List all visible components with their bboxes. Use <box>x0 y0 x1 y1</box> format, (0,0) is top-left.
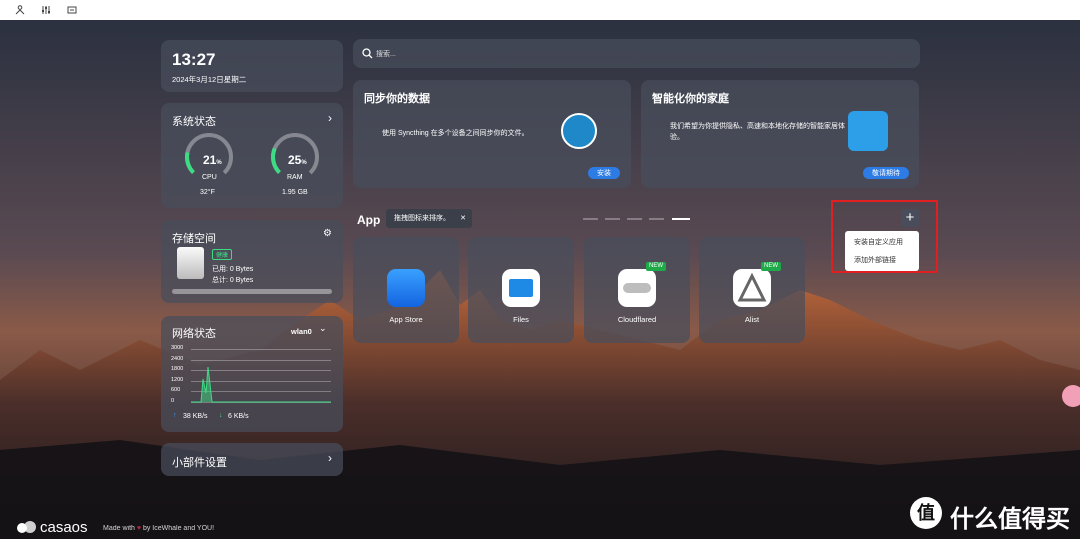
app-store-icon <box>387 269 425 307</box>
carousel-dot[interactable] <box>583 218 598 220</box>
smart-home-icon <box>848 111 888 151</box>
menu-install-custom-app[interactable]: 安装自定义应用 <box>854 237 903 247</box>
drag-tooltip-text: 拖拽图标来排序。 <box>394 215 450 222</box>
menu-add-external-link[interactable]: 添加外部链接 <box>854 255 896 265</box>
new-badge: NEW <box>761 262 781 271</box>
app-tile-app-store[interactable]: App Store <box>353 237 459 343</box>
system-status-widget: 系统状态 › 21% CPU 32°F 25% RAM 1.95 GB <box>161 103 343 208</box>
close-icon[interactable]: ✕ <box>460 209 466 228</box>
health-badge: 健康 <box>212 249 233 260</box>
widget-settings-title: 小部件设置 <box>172 457 227 469</box>
download-arrow-icon: ↓ <box>219 412 223 419</box>
upload-arrow-icon: ↑ <box>173 412 177 419</box>
upload-speed: 38 KB/s <box>183 413 208 420</box>
search-icon <box>362 48 373 59</box>
app-tile-alist[interactable]: NEW Alist <box>699 237 805 343</box>
interface-select[interactable]: wlan0 <box>291 327 312 336</box>
add-app-button[interactable]: + <box>901 209 919 227</box>
storage-total: 总计: 0 Bytes <box>212 277 254 284</box>
carousel-dot-active[interactable] <box>672 218 690 220</box>
ram-size: 1.95 GB <box>282 189 308 196</box>
install-button[interactable]: 安装 <box>588 167 620 179</box>
system-status-title: 系统状态 <box>172 116 216 128</box>
coming-soon-button[interactable]: 敬请期待 <box>863 167 909 179</box>
download-speed: 6 KB/s <box>228 413 249 420</box>
app-label: Files <box>513 315 529 324</box>
y-tick-label: 0 <box>171 398 175 404</box>
y-tick-label: 1800 <box>171 366 184 373</box>
user-tree-icon[interactable] <box>14 4 26 16</box>
alist-icon <box>733 269 771 307</box>
new-badge: NEW <box>646 262 666 271</box>
app-label: App Store <box>389 315 423 324</box>
carousel-dot[interactable] <box>605 218 620 220</box>
carousel-dot[interactable] <box>649 218 664 220</box>
banner-home: 智能化你的家庭 我们希望为你提供隐私、高速和本地化存储的智能家居体验。 敬请期待 <box>641 80 919 188</box>
screen-icon[interactable] <box>66 4 78 16</box>
settings-gear-icon[interactable]: ⚙ <box>323 228 332 239</box>
ram-value: 25% <box>288 153 307 167</box>
cpu-label: CPU <box>202 174 217 181</box>
search-bar[interactable]: 搜索... <box>353 39 920 68</box>
chevron-right-icon[interactable]: › <box>328 111 332 125</box>
banner-sync: 同步你的数据 使用 Syncthing 在多个设备之间同步你的文件。 安装 <box>353 80 631 188</box>
storage-title: 存储空间 <box>172 233 216 245</box>
app-section-title: App <box>357 213 381 227</box>
clock-widget: 13:27 2024年3月12日星期二 <box>161 40 343 92</box>
cloudflared-icon <box>618 269 656 307</box>
footer-credit: Made with ♥ by IceWhale and YOU! <box>103 525 215 532</box>
app-tile-cloudflared[interactable]: NEW Cloudflared <box>584 237 690 343</box>
desktop-background: 13:27 2024年3月12日星期二 系统状态 › 21% CPU 32°F … <box>0 20 1080 539</box>
app-tile-files[interactable]: Files <box>468 237 574 343</box>
banner-sync-text: 使用 Syncthing 在多个设备之间同步你的文件。 <box>382 130 529 137</box>
cpu-value: 21% <box>203 153 222 167</box>
banner-sync-title: 同步你的数据 <box>364 93 430 105</box>
clock-time: 13:27 <box>172 50 216 69</box>
add-menu: 安装自定义应用 添加外部链接 <box>845 231 919 271</box>
app-label: Cloudflared <box>617 315 657 324</box>
storage-bar <box>172 289 332 294</box>
disk-icon <box>177 247 204 279</box>
network-graph <box>191 366 331 403</box>
ram-label: RAM <box>287 174 303 181</box>
chevron-right-icon[interactable]: › <box>328 451 332 465</box>
casaos-logo-icon <box>16 520 38 534</box>
syncthing-icon <box>561 113 597 149</box>
widget-settings[interactable]: 小部件设置 › <box>161 443 343 476</box>
storage-used: 已用: 0 Bytes <box>212 266 254 273</box>
network-title: 网络状态 <box>172 328 216 340</box>
y-tick-label: 1200 <box>171 376 184 383</box>
watermark-logo-icon: 值 <box>910 497 942 529</box>
heart-icon: ♥ <box>136 525 142 532</box>
drag-tooltip: 拖拽图标来排序。 ✕ <box>386 209 472 228</box>
files-icon <box>502 269 540 307</box>
y-tick-label: 600 <box>171 387 181 394</box>
chevron-down-icon[interactable]: ⌄ <box>319 323 327 334</box>
carousel-dot[interactable] <box>627 218 642 220</box>
side-assist-icon[interactable] <box>1062 385 1080 407</box>
clock-date: 2024年3月12日星期二 <box>172 75 247 84</box>
y-tick-label: 2400 <box>171 355 184 362</box>
storage-widget: 存储空间 ⚙ 健康 已用: 0 Bytes 总计: 0 Bytes <box>161 220 343 303</box>
search-input[interactable]: 搜索... <box>376 49 396 59</box>
y-tick-label: 3000 <box>171 345 184 351</box>
sliders-icon[interactable] <box>40 4 52 16</box>
banner-home-title: 智能化你的家庭 <box>652 93 729 105</box>
watermark-text: 什么值得买 <box>950 506 1070 533</box>
cpu-temp: 32°F <box>200 189 215 196</box>
top-toolbar <box>0 0 1080 20</box>
network-widget: 网络状态 wlan0 ⌄ 3000 2400 1800 1200 600 0 ↑ 38 K… <box>161 316 343 432</box>
casaos-logo: casaos <box>40 519 88 536</box>
app-label: Alist <box>744 315 760 324</box>
banner-home-text: 我们希望为你提供隐私、高速和本地化存储的智能家居体验。 <box>670 123 845 141</box>
